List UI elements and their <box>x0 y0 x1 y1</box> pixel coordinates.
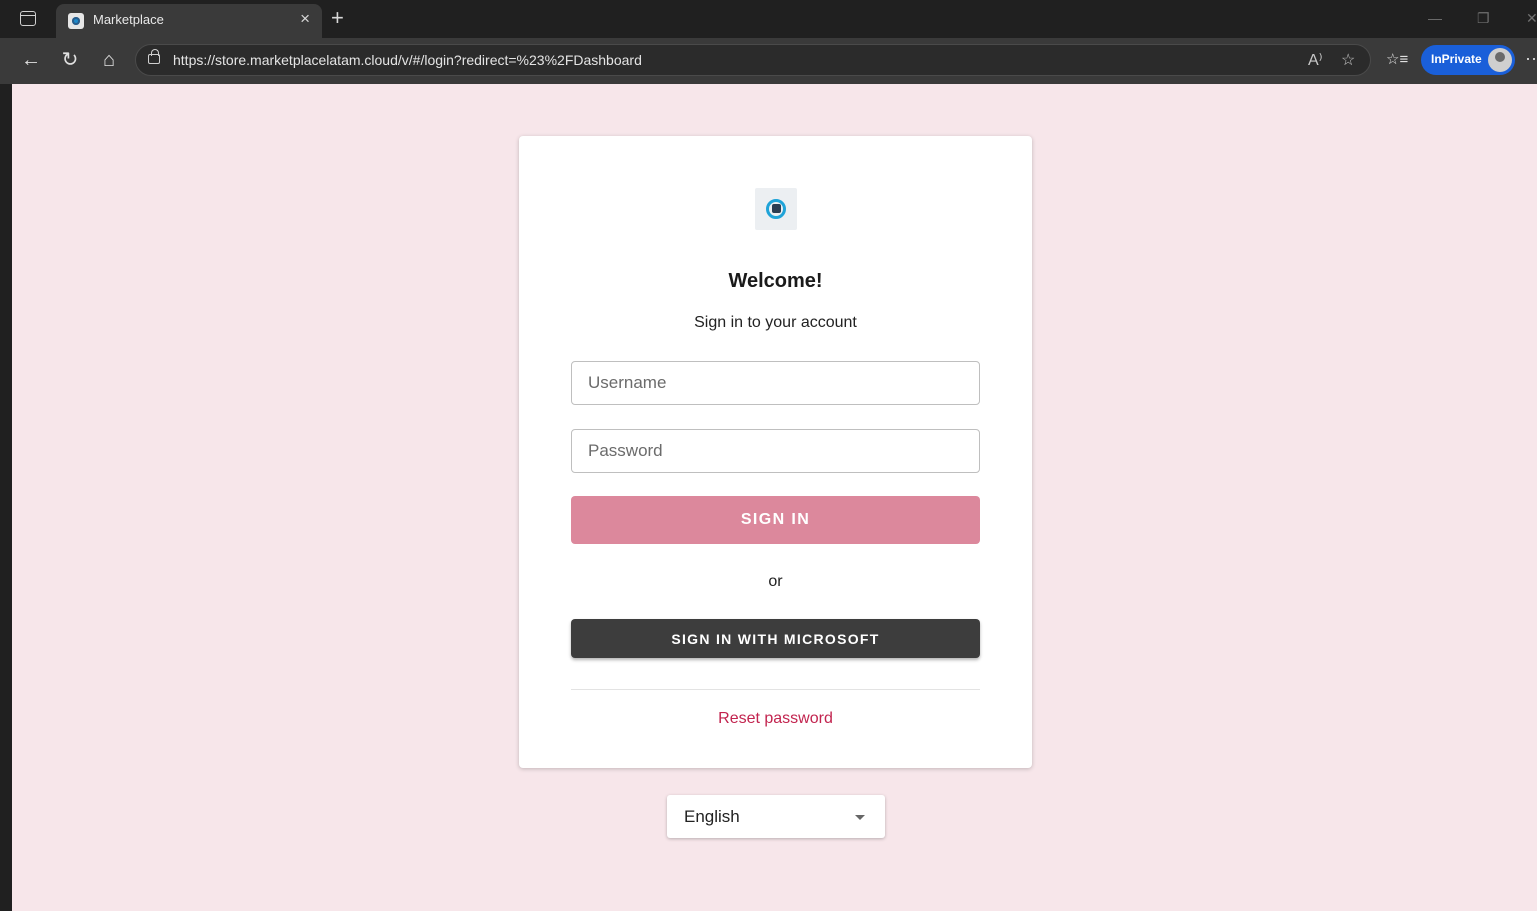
read-aloud-icon[interactable]: A⁾ <box>1308 50 1323 70</box>
username-input[interactable] <box>571 361 980 405</box>
password-input[interactable] <box>571 429 980 473</box>
inprivate-label: InPrivate <box>1431 52 1482 66</box>
page-viewport: Welcome! Sign in to your account SIGN IN… <box>12 84 1537 911</box>
url-text[interactable]: https://store.marketplacelatam.cloud/v/#… <box>173 52 642 68</box>
profile-avatar-icon <box>1488 48 1512 72</box>
login-card: Welcome! Sign in to your account SIGN IN… <box>519 136 1032 768</box>
sidebar-icon[interactable] <box>20 11 36 26</box>
lock-icon[interactable] <box>148 49 160 64</box>
more-icon[interactable]: ··· <box>1525 48 1537 69</box>
signin-subtitle: Sign in to your account <box>694 314 857 331</box>
tab-close-icon[interactable]: × <box>300 9 310 29</box>
restore-icon[interactable]: ❐ <box>1477 10 1490 27</box>
browser-tab[interactable]: Marketplace × <box>56 4 322 38</box>
home-icon[interactable]: ⌂ <box>98 49 120 71</box>
chevron-down-icon <box>855 815 865 820</box>
window-close-icon[interactable]: ✕ <box>1526 10 1537 27</box>
welcome-heading: Welcome! <box>728 270 823 292</box>
favorite-star-icon[interactable]: ☆ <box>1341 50 1355 70</box>
marketplace-favicon-icon <box>68 13 84 29</box>
or-separator: or <box>768 573 783 590</box>
signin-button[interactable]: SIGN IN <box>571 496 980 544</box>
signin-microsoft-button[interactable]: SIGN IN WITH MICROSOFT <box>571 619 980 658</box>
address-bar[interactable]: https://store.marketplacelatam.cloud/v/#… <box>135 44 1371 76</box>
divider <box>571 689 980 690</box>
back-arrow-icon[interactable]: ← <box>20 49 42 71</box>
browser-titlebar: Marketplace × + — ❐ ✕ <box>0 0 1537 38</box>
new-tab-button[interactable]: + <box>331 6 344 30</box>
inprivate-badge[interactable]: InPrivate <box>1421 45 1515 75</box>
tab-title: Marketplace <box>93 12 164 27</box>
refresh-icon[interactable]: ↻ <box>59 49 81 71</box>
favorites-list-icon[interactable]: ☆≡ <box>1386 49 1408 71</box>
language-select[interactable]: English <box>667 795 885 838</box>
marketplace-logo <box>755 188 797 230</box>
browser-toolbar: ← ↻ ⌂ https://store.marketplacelatam.clo… <box>0 38 1537 84</box>
reset-password-link[interactable]: Reset password <box>519 710 1032 728</box>
logo-cube-icon <box>772 204 781 213</box>
language-value: English <box>684 807 740 826</box>
minimize-icon[interactable]: — <box>1428 10 1442 26</box>
